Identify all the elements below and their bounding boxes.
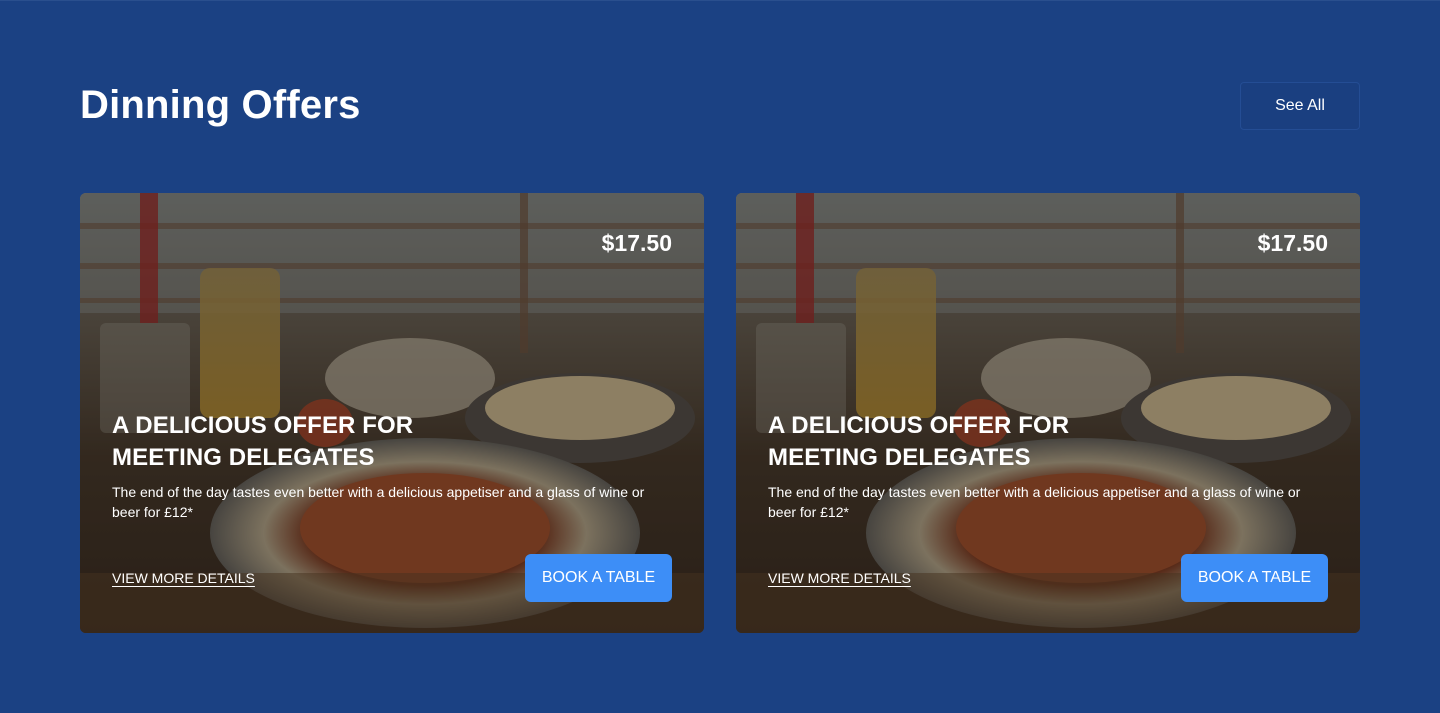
book-a-table-button[interactable]: BOOK A TABLE	[525, 554, 672, 602]
dining-offers-section: Dinning Offers See All $17.50 A DELICIOU…	[0, 0, 1440, 713]
offer-title: A DELICIOUS OFFER FOR MEETING DELEGATES	[112, 412, 414, 471]
book-a-table-button[interactable]: BOOK A TABLE	[1181, 554, 1328, 602]
offer-price: $17.50	[601, 230, 672, 256]
offer-title: A DELICIOUS OFFER FOR MEETING DELEGATES	[768, 412, 1070, 471]
offer-card: $17.50 A DELICIOUS OFFER FOR MEETING DEL…	[736, 193, 1360, 633]
view-more-details-link[interactable]: VIEW MORE DETAILS	[112, 569, 255, 587]
offer-description: The end of the day tastes even better wi…	[768, 484, 1301, 520]
offer-card: $17.50 A DELICIOUS OFFER FOR MEETING DEL…	[80, 193, 704, 633]
see-all-button[interactable]: See All	[1240, 82, 1360, 130]
view-more-details-link[interactable]: VIEW MORE DETAILS	[768, 569, 911, 587]
offer-description: The end of the day tastes even better wi…	[112, 484, 645, 520]
section-title: Dinning Offers	[80, 83, 361, 127]
offer-price: $17.50	[1257, 230, 1328, 256]
